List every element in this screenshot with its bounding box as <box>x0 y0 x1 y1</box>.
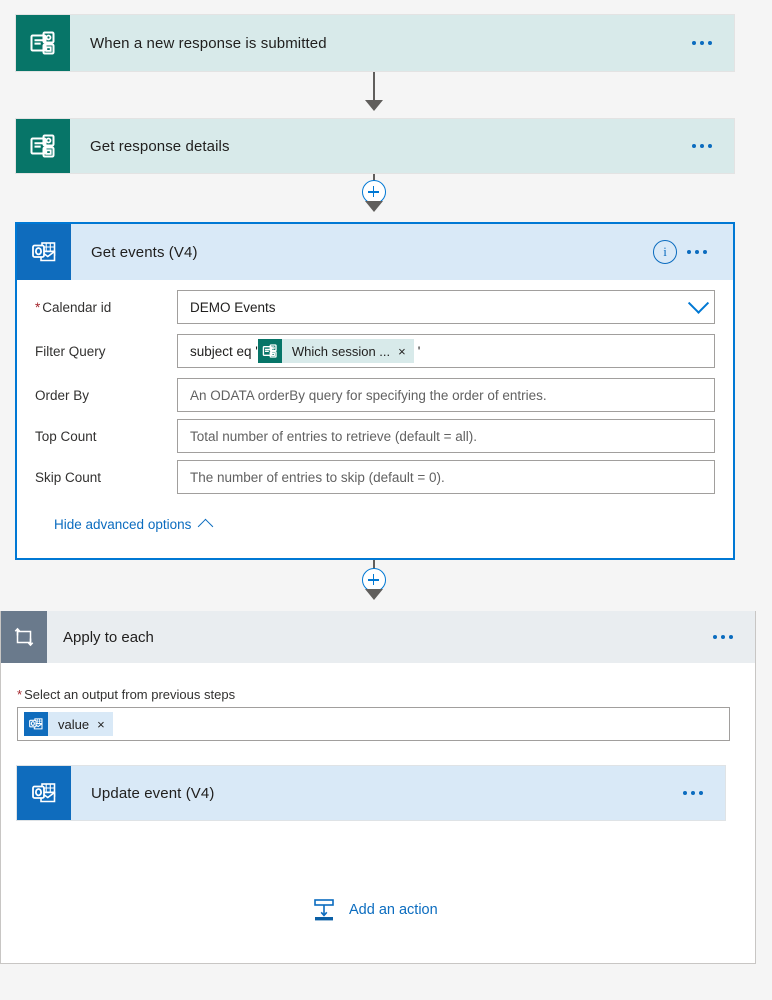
param-label-calendar-id: * Calendar id <box>35 299 112 315</box>
outlook-icon <box>17 766 71 820</box>
insert-action-icon <box>311 897 337 923</box>
add-an-action-button[interactable]: Add an action <box>311 897 438 923</box>
close-icon[interactable]: × <box>396 345 414 358</box>
info-icon-glyph: i <box>663 244 667 259</box>
hide-advanced-options-link[interactable]: Hide advanced options <box>54 517 214 535</box>
param-label-top-count: Top Count <box>35 428 97 444</box>
microsoft-forms-icon <box>16 15 70 71</box>
filter-query-suffix: ' <box>417 343 421 359</box>
trigger-card[interactable]: When a new response is submitted <box>15 14 735 72</box>
hide-advanced-options-label: Hide advanced options <box>54 517 192 532</box>
dynamic-content-token[interactable]: value × <box>24 712 113 736</box>
calendar-id-dropdown[interactable]: DEMO Events <box>177 290 715 324</box>
param-label-order-by: Order By <box>35 387 90 403</box>
top-count-placeholder: Total number of entries to retrieve (def… <box>190 428 478 444</box>
param-row-order-by: Order By An ODATA orderBy query for spec… <box>17 378 733 412</box>
get-events-header: Get events (V4) i <box>17 224 733 280</box>
get-events-header-actions: i <box>653 240 733 264</box>
dot <box>700 144 704 148</box>
dot <box>703 250 707 254</box>
param-row-top-count: Top Count Total number of entries to ret… <box>17 419 733 453</box>
connector-arrow <box>365 589 383 600</box>
chevron-down-icon[interactable] <box>687 292 710 314</box>
dot <box>683 791 687 795</box>
filter-query-prefix: subject eq ' <box>190 343 258 359</box>
dot <box>687 250 691 254</box>
update-event-header: Update event (V4) <box>17 766 725 820</box>
dot <box>708 144 712 148</box>
info-icon[interactable]: i <box>653 240 677 264</box>
loop-icon <box>1 611 47 663</box>
top-count-input[interactable]: Total number of entries to retrieve (def… <box>177 419 715 453</box>
calendar-id-value: DEMO Events <box>190 299 276 315</box>
required-asterisk: * <box>17 687 23 702</box>
skip-count-input[interactable]: The number of entries to skip (default =… <box>177 460 715 494</box>
trigger-more-button[interactable] <box>682 41 734 45</box>
filter-query-input[interactable]: subject eq ' Which session ... × ' <box>177 334 715 368</box>
apply-to-each-scope[interactable]: Apply to each * Select an output from pre… <box>0 611 756 964</box>
token-label: value <box>58 716 90 732</box>
outlook-icon <box>24 712 48 736</box>
token-label: Which session ... <box>291 343 391 359</box>
dot <box>695 250 699 254</box>
param-row-calendar-id: * Calendar id DEMO Events <box>17 290 733 324</box>
required-asterisk: * <box>35 299 41 315</box>
dot <box>721 635 725 639</box>
dot <box>699 791 703 795</box>
dot <box>713 635 717 639</box>
update-event-title: Update event (V4) <box>91 784 215 802</box>
order-by-placeholder: An ODATA orderBy query for specifying th… <box>190 387 547 403</box>
update-event-more-button[interactable] <box>673 791 725 795</box>
update-event-card[interactable]: Update event (V4) <box>16 765 726 821</box>
dot <box>700 41 704 45</box>
param-row-skip-count: Skip Count The number of entries to skip… <box>17 460 733 494</box>
connector-arrow <box>365 201 383 212</box>
trigger-title: When a new response is submitted <box>90 34 327 52</box>
dot <box>729 635 733 639</box>
microsoft-forms-icon <box>16 119 70 173</box>
microsoft-forms-icon <box>257 339 282 363</box>
dot <box>708 41 712 45</box>
chevron-up-icon <box>198 518 214 535</box>
order-by-input[interactable]: An ODATA orderBy query for specifying th… <box>177 378 715 412</box>
apply-to-each-more-button[interactable] <box>703 635 755 639</box>
connector-arrow <box>365 100 383 111</box>
param-label-skip-count: Skip Count <box>35 469 102 485</box>
dot <box>692 144 696 148</box>
add-an-action-label: Add an action <box>349 902 438 918</box>
get-events-card[interactable]: Get events (V4) i * Calendar id DEMO Even… <box>15 222 735 560</box>
apply-to-each-header: Apply to each <box>1 611 755 663</box>
apply-to-each-title: Apply to each <box>63 628 154 646</box>
get-response-details-more-button[interactable] <box>682 144 734 148</box>
outlook-icon <box>17 224 71 280</box>
get-response-details-title: Get response details <box>90 137 230 155</box>
dynamic-content-token[interactable]: Which session ... × <box>257 339 414 363</box>
param-label-filter-query: Filter Query <box>35 343 106 359</box>
trigger-card-header: When a new response is submitted <box>16 15 734 71</box>
get-response-details-card[interactable]: Get response details <box>15 118 735 174</box>
dot <box>692 41 696 45</box>
select-output-label: * Select an output from previous steps <box>17 687 236 702</box>
param-row-filter-query: Filter Query subject eq ' Which session … <box>17 334 733 368</box>
get-response-details-header: Get response details <box>16 119 734 173</box>
dot <box>691 791 695 795</box>
close-icon[interactable]: × <box>95 718 113 731</box>
get-events-more-button[interactable] <box>677 250 729 254</box>
skip-count-placeholder: The number of entries to skip (default =… <box>190 469 445 485</box>
get-events-title: Get events (V4) <box>91 243 198 261</box>
select-output-input[interactable]: value × <box>17 707 730 741</box>
